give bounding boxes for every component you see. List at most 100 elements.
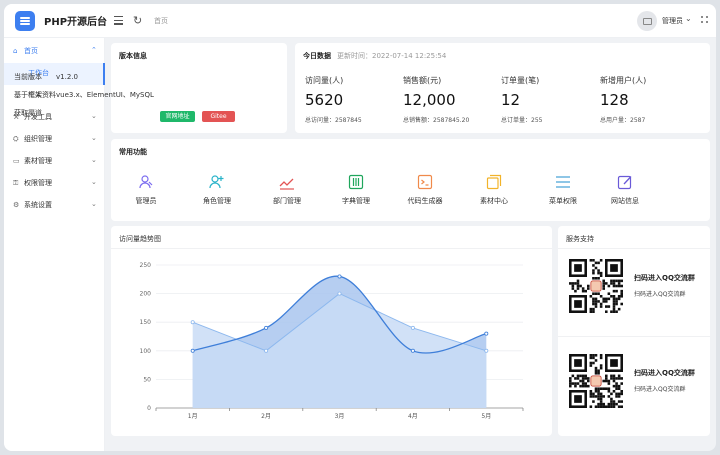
stat-total: 总订单量：255: [501, 117, 543, 124]
stat-new-users: 新增用户(人) 128 总用户量：2587: [600, 75, 700, 124]
user-name[interactable]: 管理员: [662, 16, 683, 26]
stat-sales: 销售额(元) 12,000 总销售额：2587845.20: [403, 75, 503, 124]
stat-value: 5620: [305, 91, 344, 109]
stat-label: 销售额(元): [403, 76, 442, 85]
y-tick-label: 100: [140, 348, 152, 355]
official-site-button[interactable]: 官网地址: [160, 111, 195, 122]
dictionary-icon: [348, 174, 364, 190]
data-point: [337, 274, 342, 279]
func-material-center[interactable]: 素材中心: [464, 174, 524, 206]
support-divider: [558, 336, 710, 337]
data-point: [410, 348, 415, 353]
func-department[interactable]: 部门管理: [257, 174, 317, 206]
avatar[interactable]: [637, 11, 657, 31]
qr-subtitle: 扫码进入QQ交流群: [634, 291, 686, 298]
func-dictionary[interactable]: 字典管理: [326, 174, 386, 206]
channel-row: 获取渠道: [14, 108, 56, 118]
func-role[interactable]: 角色管理: [187, 174, 247, 206]
func-label: 素材中心: [480, 197, 508, 205]
lock-icon: ⚿: [13, 179, 19, 187]
menu-icon: [556, 176, 570, 188]
support-title: 服务支持: [566, 235, 594, 243]
today-title: 今日数据 更新时间：2022-07-14 12:25:54: [303, 51, 446, 61]
y-tick-label: 150: [140, 319, 152, 326]
y-tick-label: 50: [143, 376, 151, 383]
sidebar-item-permission[interactable]: ⚿ 权限管理 ⌄: [4, 173, 105, 195]
version-key: 当前版本: [14, 73, 42, 81]
sidebar-item-label: 系统设置: [24, 201, 52, 209]
func-admin[interactable]: 管理员: [116, 174, 176, 206]
sidebar-item-label: 首页: [24, 47, 38, 55]
data-point: [484, 331, 489, 336]
x-tick-label: 4月: [408, 413, 418, 420]
update-time: 更新时间：2022-07-14 12:25:54: [337, 52, 447, 60]
app-title: PHP开源后台: [44, 17, 108, 28]
gitee-button[interactable]: Gitee: [202, 111, 235, 122]
data-point: [337, 291, 342, 296]
data-point: [190, 348, 195, 353]
framework-row: 基于框架 vue3.x、ElementUI、MySQL: [14, 90, 154, 100]
stat-total: 总销售额：2587845.20: [403, 117, 470, 124]
y-tick-label: 0: [147, 405, 151, 412]
chevron-down-icon: ⌄: [91, 178, 97, 186]
today-title-text: 今日数据: [303, 52, 331, 60]
sidebar-item-settings[interactable]: ⚙ 系统设置 ⌄: [4, 195, 105, 217]
func-label: 菜单权限: [549, 197, 577, 205]
stat-orders: 订单量(笔) 12 总订单量：255: [501, 75, 601, 124]
stat-total: 总访问量：2587845: [305, 117, 362, 124]
stat-label: 订单量(笔): [501, 76, 540, 85]
menu-fold-icon[interactable]: [114, 16, 123, 25]
department-icon: [279, 178, 294, 190]
qr-code-image: [569, 259, 623, 313]
func-label: 角色管理: [203, 197, 231, 205]
func-label: 字典管理: [342, 197, 370, 205]
func-code-generator[interactable]: 代码生成器: [395, 174, 455, 206]
visit-trend-chart: 0 50 100 150 200 250 1月 2月 3月 4月 5月: [140, 262, 524, 420]
framework-key: 基于框架: [14, 91, 42, 99]
qr-code-image: [569, 354, 623, 408]
func-label: 部门管理: [273, 197, 301, 205]
sidebar-item-media[interactable]: ▭ 素材管理 ⌄: [4, 151, 105, 173]
sidebar-item-label: 素材管理: [24, 157, 52, 165]
data-point: [264, 325, 269, 330]
code-icon: [417, 174, 433, 190]
version-row: 当前版本 v1.2.0: [14, 72, 78, 82]
sidebar-item-label: 组织管理: [24, 135, 52, 143]
gear-icon: ⚙: [13, 201, 20, 209]
chevron-down-icon: ⌄: [91, 200, 97, 208]
org-icon: ⛭: [13, 135, 19, 143]
media-icon: ▭: [13, 157, 20, 165]
chevron-down-icon: ⌄: [91, 112, 97, 120]
card-divider: [558, 248, 710, 249]
func-label: 管理员: [135, 197, 157, 205]
stat-value: 12: [501, 91, 521, 109]
admin-icon: [139, 175, 153, 189]
sidebar-item-label: 权限管理: [24, 179, 52, 187]
data-point: [190, 320, 195, 325]
chevron-down-icon: ⌄: [91, 156, 97, 164]
stat-label: 新增用户(人): [600, 76, 647, 85]
func-menu-permission[interactable]: 菜单权限: [533, 174, 593, 206]
functions-title: 常用功能: [119, 148, 147, 156]
home-icon: ⌂: [13, 47, 18, 55]
func-site-info[interactable]: 网站信息: [595, 174, 655, 206]
stat-visits: 访问量(人) 5620 总访问量：2587845: [305, 75, 405, 124]
stat-value: 128: [600, 91, 629, 109]
version-value: v1.2.0: [56, 73, 78, 81]
sidebar-item-org[interactable]: ⛭ 组织管理 ⌄: [4, 129, 105, 151]
breadcrumb[interactable]: 首页: [154, 16, 168, 26]
stat-total: 总用户量：2587: [600, 117, 646, 124]
refresh-icon[interactable]: ↻: [133, 14, 142, 27]
sidebar-item-home[interactable]: ⌂ 首页 ⌃: [4, 41, 105, 63]
data-point: [410, 325, 415, 330]
qr-subtitle: 扫码进入QQ交流群: [634, 386, 686, 393]
top-bar: PHP开源后台 ↻ 首页 管理员 ⌄: [4, 4, 716, 38]
x-tick-label: 1月: [188, 413, 198, 420]
chevron-down-icon[interactable]: ⌄: [685, 14, 692, 23]
func-label: 网站信息: [611, 197, 639, 205]
qr-title: 扫码进入QQ交流群: [634, 369, 695, 377]
x-tick-label: 5月: [481, 413, 491, 420]
more-icon[interactable]: [701, 16, 709, 24]
logo-icon: [15, 11, 35, 31]
version-title: 版本信息: [119, 52, 147, 60]
